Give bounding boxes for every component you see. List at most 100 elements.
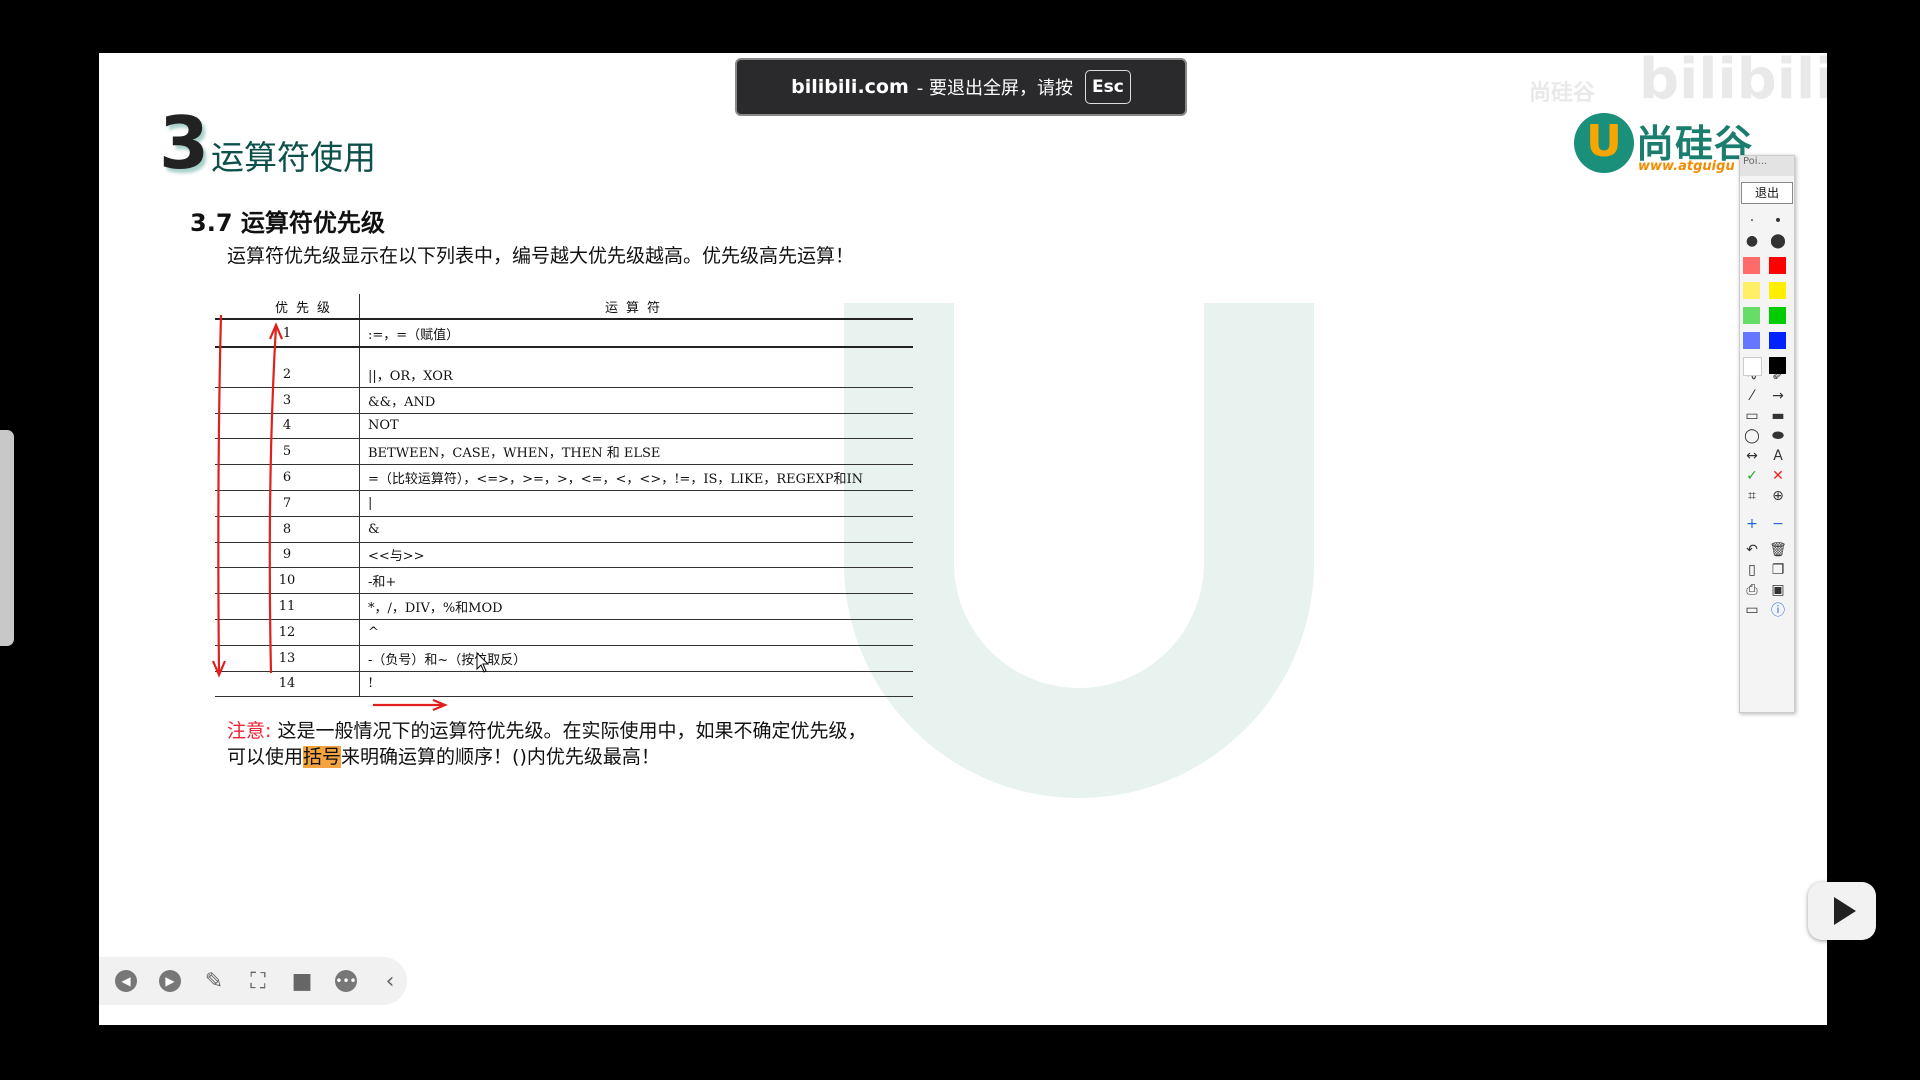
side-scroll-handle[interactable] <box>0 430 14 646</box>
camera-button[interactable]: ■ <box>287 966 317 996</box>
priority-cell: 2 <box>215 362 360 388</box>
header-operator: 运算符 <box>359 294 913 320</box>
table-row: 14! <box>215 671 913 698</box>
priority-cell: 9 <box>215 542 360 569</box>
more-button[interactable]: ••• <box>331 966 361 996</box>
print-icon[interactable]: ⎙ <box>1741 580 1763 600</box>
banner-text: - 要退出全屏，请按 <box>916 78 1073 99</box>
table-row: 5 BETWEEN，CASE，WHEN，THEN 和 ELSE <box>215 438 913 466</box>
text-tool-icon[interactable]: A <box>1767 446 1789 466</box>
note-text-2: 来明确运算的顺序！()内优先级最高！ <box>341 746 660 768</box>
priority-cell: 7 <box>215 490 360 517</box>
priority-cell: 11 <box>215 593 360 620</box>
color-swatch[interactable] <box>1769 357 1786 374</box>
precedence-table: 优先级 运算符 1:=，=（赋值） 2 ||，OR，XOR 3 &&，AND 4 NOT 5 B… <box>215 294 914 698</box>
operator-cell: *，/，DIV，%和MOD <box>359 593 913 620</box>
color-swatch[interactable] <box>1743 282 1760 299</box>
dot-large-icon[interactable]: ● <box>1741 231 1763 251</box>
color-swatch[interactable] <box>1743 357 1762 376</box>
color-swatch[interactable] <box>1743 257 1760 274</box>
priority-cell: 12 <box>215 619 360 646</box>
pen-button[interactable]: ✎ <box>199 966 229 996</box>
double-arrow-icon[interactable]: ↔ <box>1741 446 1763 466</box>
line-icon[interactable]: ⁄ <box>1741 386 1763 406</box>
table-row: 3 &&，AND <box>215 387 913 414</box>
table-row: 13 -（负号）和~（按位取反） <box>215 645 913 672</box>
ellipse-icon[interactable]: ◯ <box>1741 426 1763 446</box>
pen-icon: ✎ <box>204 968 224 994</box>
crop-icon[interactable]: ⌗ <box>1741 486 1763 506</box>
priority-cell: 4 <box>215 413 360 440</box>
table-row: 7 | <box>215 490 913 517</box>
annotation-arrow-right-head <box>432 698 448 712</box>
dot-small-icon[interactable]: · <box>1741 211 1763 231</box>
dot-xlarge-icon[interactable]: ⬤ <box>1767 231 1789 251</box>
operator-cell: | <box>359 490 913 517</box>
collapse-icon: ‹ <box>385 968 395 994</box>
presentation-toolbar: ◀ ▶ ✎ ⛶ ■ ••• ‹ <box>99 957 407 1005</box>
color-swatch[interactable] <box>1769 307 1786 324</box>
screen-icon[interactable]: ▭ <box>1741 600 1763 620</box>
operator-cell: -和+ <box>359 567 913 595</box>
color-swatch[interactable] <box>1769 332 1786 349</box>
color-swatch[interactable] <box>1769 282 1786 299</box>
watermark-en: bilibili <box>1639 53 1827 112</box>
operator-cell: :=，=（赋值） <box>359 319 913 348</box>
pen-toolbar: Poi... 退出 · • ● ⬤ ∿ ✐ ⁄ → ▭ ▬ ◯ ⬬ ↔ A ✓ ✕ ⌗ ⊕ + − ↶ 🗑 ▯ ❐ ⎙ ▣ ▭ ⓘ <box>1739 155 1795 713</box>
operator-cell: =（比较运算符），<=>，>=，>，<=，<，<>，!=，IS，LIKE，REG… <box>359 464 913 491</box>
table-row: 2 ||，OR，XOR <box>215 362 913 388</box>
fullscreen-button[interactable]: ⛶ <box>243 966 273 996</box>
priority-cell: 14 <box>215 671 360 698</box>
priority-cell: 1 <box>215 319 360 348</box>
priority-cell: 13 <box>215 645 360 672</box>
dot-medium-icon[interactable]: • <box>1767 211 1789 231</box>
watermark-cn: 尚硅谷 <box>1529 81 1596 106</box>
logo-url: www.atguigu <box>1638 159 1735 174</box>
color-swatch[interactable] <box>1743 307 1760 324</box>
color-swatch[interactable] <box>1769 257 1786 274</box>
color-swatch[interactable] <box>1743 332 1760 349</box>
minus-icon[interactable]: − <box>1767 514 1789 534</box>
priority-cell: 3 <box>215 387 360 414</box>
cross-icon[interactable]: ✕ <box>1767 466 1789 486</box>
header-priority: 优先级 <box>215 294 360 320</box>
copy-icon[interactable]: ❐ <box>1767 560 1789 580</box>
table-row: 10 -和+ <box>215 567 913 595</box>
camera-icon: ■ <box>291 968 313 994</box>
filled-ellipse-icon[interactable]: ⬬ <box>1767 426 1789 446</box>
slide: 尚硅谷 bilibili 3 运算符使用 3.7 运算符优先级 运算符优先级显示… <box>99 53 1827 1025</box>
filled-rectangle-icon[interactable]: ▬ <box>1767 406 1789 426</box>
arrow-icon[interactable]: → <box>1767 386 1789 406</box>
plus-icon[interactable]: + <box>1741 514 1763 534</box>
next-slide-button[interactable]: ▶ <box>155 966 185 996</box>
esc-key[interactable]: Esc <box>1085 70 1131 104</box>
logo-mark-icon: U <box>1574 113 1634 173</box>
new-page-icon[interactable]: ▯ <box>1741 560 1763 580</box>
more-icon: ••• <box>335 970 357 992</box>
play-button[interactable] <box>1808 882 1876 940</box>
operator-cell: BETWEEN，CASE，WHEN，THEN 和 ELSE <box>359 438 913 466</box>
undo-icon[interactable]: ↶ <box>1741 540 1763 560</box>
check-icon[interactable]: ✓ <box>1741 466 1763 486</box>
save-icon[interactable]: ▣ <box>1767 580 1789 600</box>
table-row: 1:=，=（赋值） <box>215 319 913 348</box>
rectangle-icon[interactable]: ▭ <box>1741 406 1763 426</box>
fullscreen-icon: ⛶ <box>250 968 266 994</box>
trash-icon[interactable]: 🗑 <box>1767 540 1789 560</box>
gap-cell <box>360 347 914 362</box>
info-icon[interactable]: ⓘ <box>1767 600 1789 620</box>
table-row: 12 ^ <box>215 619 913 646</box>
table-row: 6 =（比较运算符），<=>，>=，>，<=，<，<>，!=，IS，LIKE，RE… <box>215 464 913 491</box>
exit-pen-button[interactable]: 退出 <box>1741 182 1793 204</box>
operator-cell: <<与>> <box>359 542 913 569</box>
prev-slide-button[interactable]: ◀ <box>111 966 141 996</box>
section-title: 运算符使用 <box>211 138 376 177</box>
collapse-button[interactable]: ‹ <box>375 966 405 996</box>
banner-site: bilibili.com <box>791 76 909 98</box>
prev-icon: ◀ <box>115 970 137 992</box>
zoom-icon[interactable]: ⊕ <box>1767 486 1789 506</box>
bilibili-watermark: 尚硅谷 bilibili <box>1529 53 1827 113</box>
subsection-title: 3.7 运算符优先级 <box>190 209 385 237</box>
operator-cell: NOT <box>359 413 913 440</box>
note-highlight: 括号 <box>303 746 342 768</box>
